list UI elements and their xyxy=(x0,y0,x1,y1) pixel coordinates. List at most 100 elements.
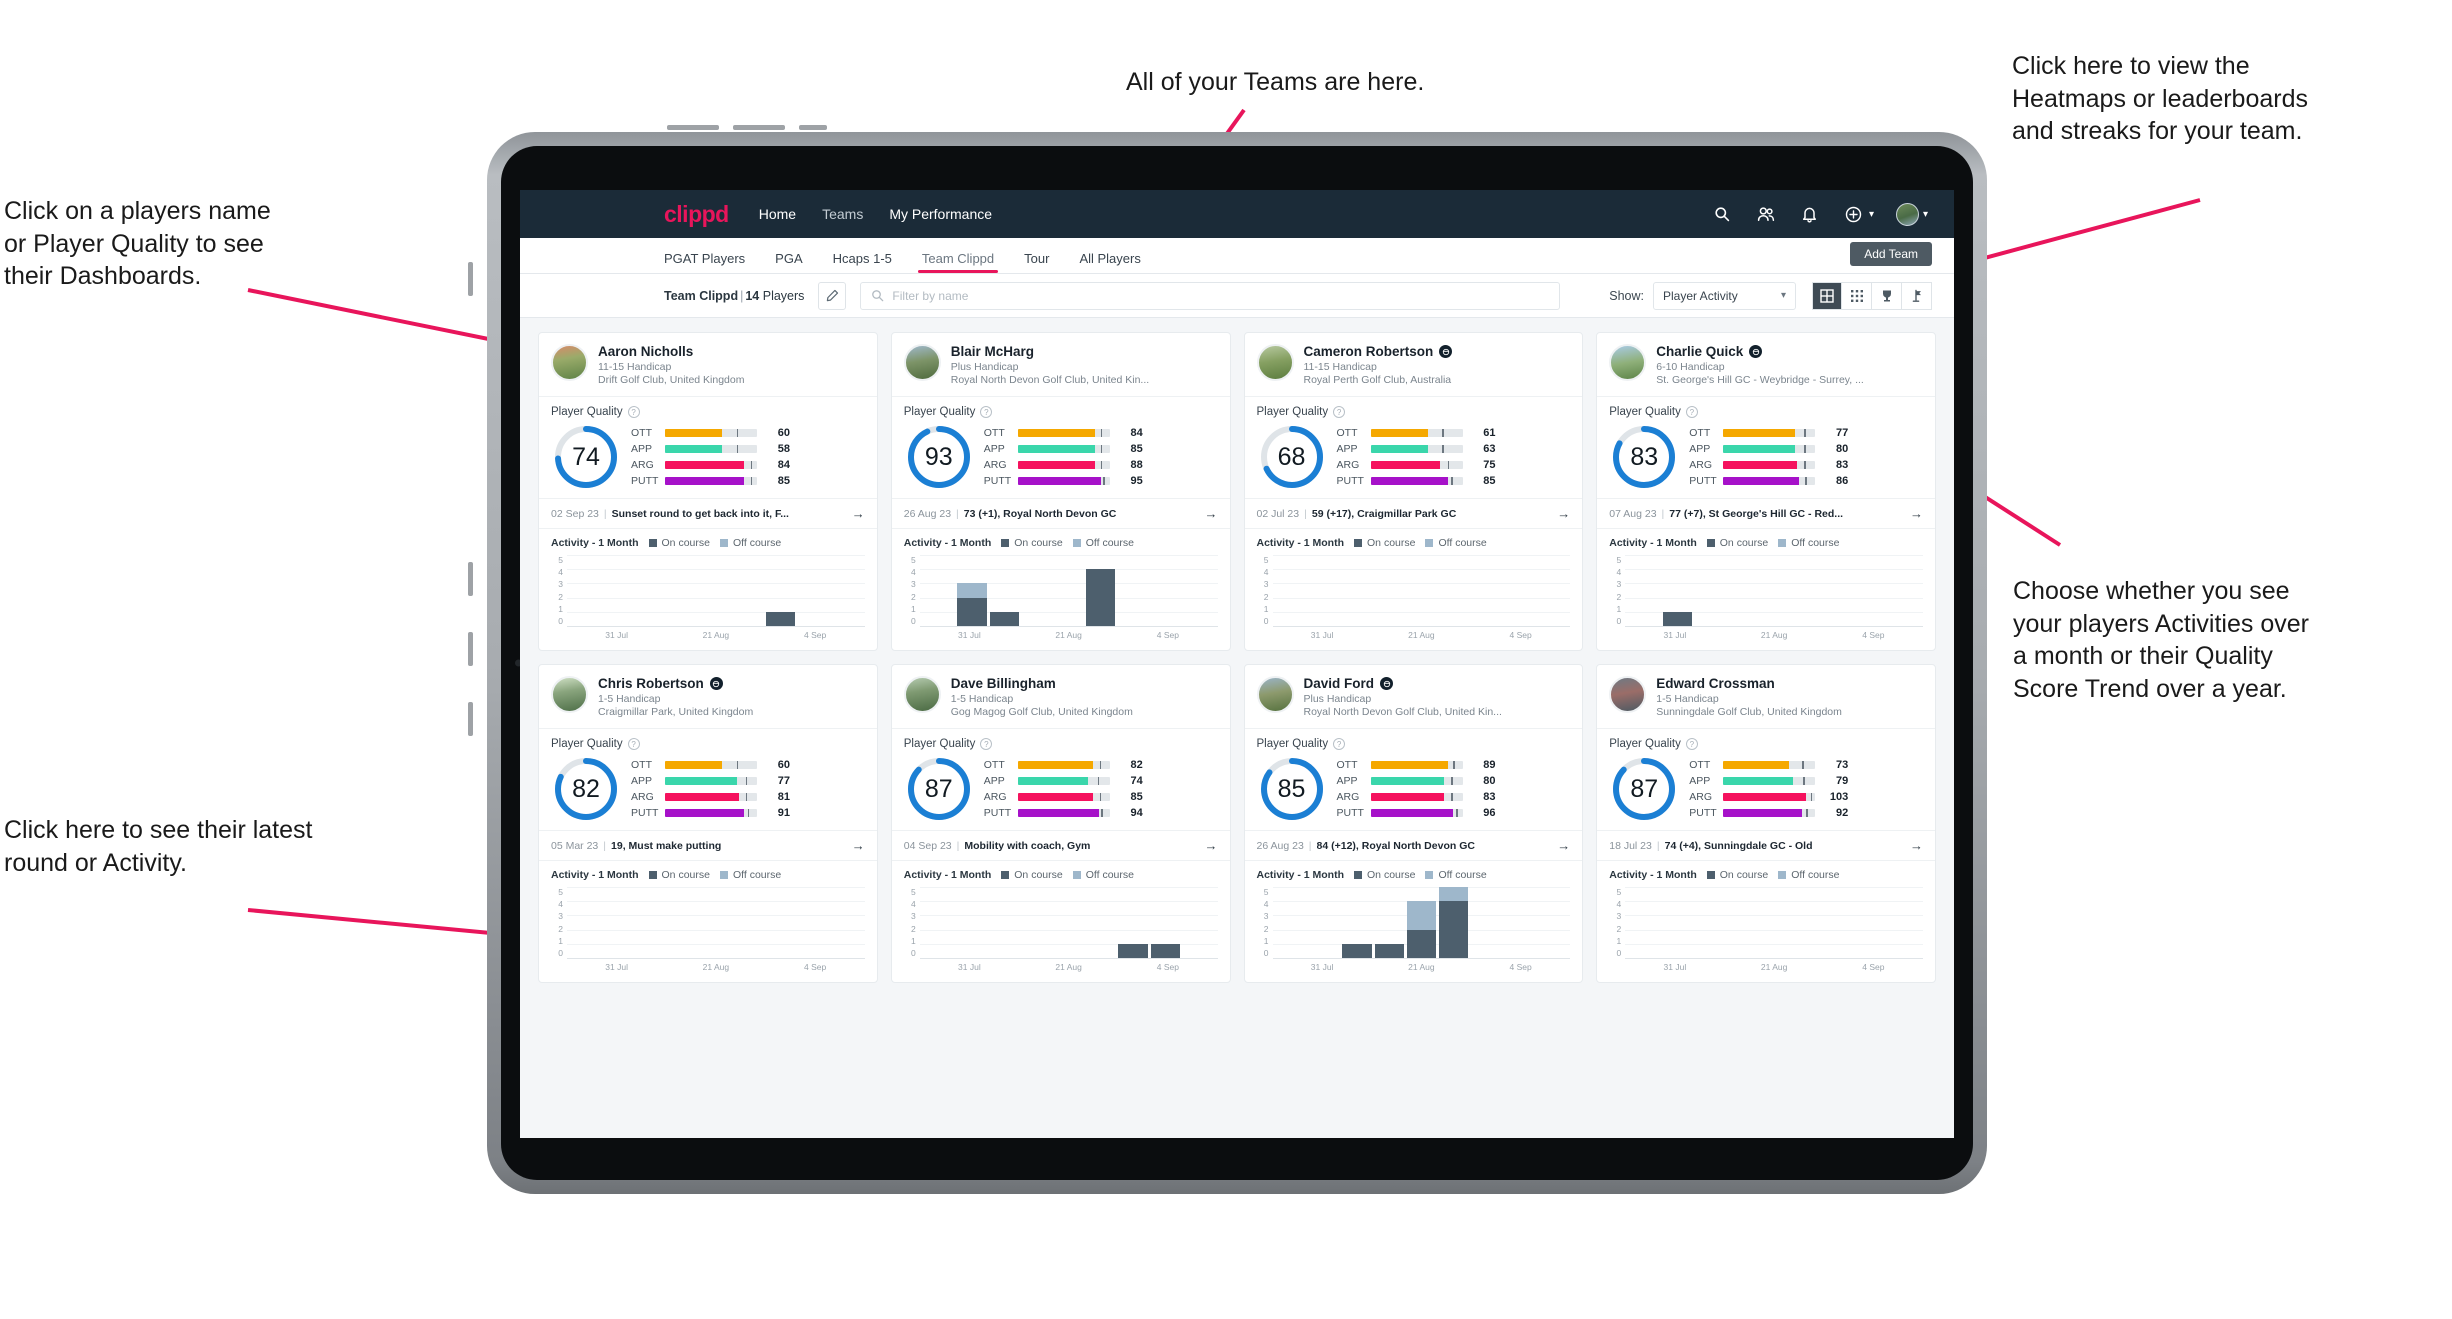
tab-all-players[interactable]: All Players xyxy=(1079,251,1140,273)
tab-team-clippd[interactable]: Team Clippd xyxy=(917,251,999,273)
search-icon[interactable] xyxy=(1711,203,1733,225)
avatar[interactable] xyxy=(1895,202,1919,226)
player-name-row[interactable]: Edward Crossman xyxy=(1656,676,1842,691)
question-mark-icon[interactable]: ? xyxy=(1685,738,1698,750)
question-mark-icon[interactable]: ? xyxy=(980,406,993,418)
tab-pgat-players[interactable]: PGAT Players xyxy=(664,251,745,273)
avatar[interactable] xyxy=(1256,344,1294,381)
grid-view-icon[interactable] xyxy=(1812,281,1842,310)
player-name[interactable]: Aaron Nicholls xyxy=(598,344,693,359)
player-quality-section[interactable]: Player Quality? 87 OTT 73 APP 79 ARG 103 PUTT 92 xyxy=(1597,728,1935,830)
player-name-row[interactable]: Cameron Robertson xyxy=(1304,344,1453,359)
bell-icon[interactable] xyxy=(1799,203,1821,225)
player-name[interactable]: Chris Robertson xyxy=(598,676,704,691)
avatar[interactable] xyxy=(1609,344,1647,381)
latest-activity-row[interactable]: 02 Jul 23 | 59 (+17), Craigmillar Park GC → xyxy=(1244,498,1583,528)
player-card-header[interactable]: David Ford Plus Handicap Royal North Devon… xyxy=(1245,665,1583,728)
nav-link-home[interactable]: Home xyxy=(759,206,796,222)
arrow-right-icon[interactable]: → xyxy=(852,838,865,853)
player-name-row[interactable]: Dave Billingham xyxy=(951,676,1133,691)
nav-link-my-performance[interactable]: My Performance xyxy=(889,206,992,222)
player-card[interactable]: Blair McHarg Plus Handicap Royal North Dev… xyxy=(890,332,1231,651)
player-card-header[interactable]: Cameron Robertson 11-15 Handicap Royal Per… xyxy=(1245,333,1583,396)
arrow-right-icon[interactable]: → xyxy=(1910,506,1923,521)
clippd-logo[interactable]: clippd xyxy=(664,201,729,228)
question-mark-icon[interactable]: ? xyxy=(627,738,640,750)
player-card[interactable]: Dave Billingham 1-5 Handicap Gog Magog Gol… xyxy=(890,664,1231,983)
latest-activity-row[interactable]: 07 Aug 23 | 77 (+7), St George's Hill GC -… xyxy=(1597,498,1935,528)
player-card-header[interactable]: Blair McHarg Plus Handicap Royal North Dev… xyxy=(892,333,1230,396)
tab-tour[interactable]: Tour xyxy=(1024,251,1049,273)
player-quality-section[interactable]: Player Quality? 83 OTT 77 APP 80 ARG 83 PUTT 86 xyxy=(1597,396,1935,498)
question-mark-icon[interactable]: ? xyxy=(1685,406,1698,418)
arrow-right-icon[interactable]: → xyxy=(852,506,865,521)
player-name[interactable]: Blair McHarg xyxy=(951,344,1034,359)
nav-link-teams[interactable]: Teams xyxy=(822,206,863,222)
latest-activity-row[interactable]: 05 Mar 23 | 19, Must make putting → xyxy=(539,830,877,860)
player-name[interactable]: Charlie Quick xyxy=(1656,344,1743,359)
player-quality-section[interactable]: Player Quality? 87 OTT 82 APP 74 ARG 85 PUTT 94 xyxy=(891,728,1230,830)
player-card-header[interactable]: Aaron Nicholls 11-15 Handicap Drift Golf C… xyxy=(539,333,877,396)
player-card[interactable]: Chris Robertson 1-5 Handicap Craigmillar P… xyxy=(538,664,878,983)
player-quality-section[interactable]: Player Quality? 82 OTT 60 APP 77 ARG 81 PUTT 91 xyxy=(539,728,877,830)
avatar[interactable] xyxy=(1256,676,1294,713)
search-input[interactable] xyxy=(892,288,1550,303)
search-input-wrapper[interactable] xyxy=(860,281,1561,310)
player-card-header[interactable]: Chris Robertson 1-5 Handicap Craigmillar P… xyxy=(539,665,877,728)
tab-pga[interactable]: PGA xyxy=(775,251,802,273)
show-select[interactable]: Player Activity ▾ xyxy=(1653,281,1796,310)
latest-activity-row[interactable]: 26 Aug 23 | 73 (+1), Royal North Devon GC → xyxy=(891,498,1230,528)
player-name-row[interactable]: Charlie Quick xyxy=(1656,344,1864,359)
plus-chevron-down-icon[interactable]: ▾ xyxy=(1869,209,1874,220)
arrow-right-icon[interactable]: → xyxy=(1205,506,1218,521)
pencil-icon[interactable] xyxy=(818,281,847,310)
player-name[interactable]: David Ford xyxy=(1304,676,1375,691)
avatar[interactable] xyxy=(1609,676,1647,713)
question-mark-icon[interactable]: ? xyxy=(1333,406,1346,418)
latest-activity-row[interactable]: 04 Sep 23 | Mobility with coach, Gym → xyxy=(891,830,1230,860)
player-card[interactable]: David Ford Plus Handicap Royal North Devon… xyxy=(1243,664,1584,983)
avatar[interactable] xyxy=(903,676,941,713)
player-card[interactable]: Cameron Robertson 11-15 Handicap Royal Per… xyxy=(1243,332,1584,651)
arrow-right-icon[interactable]: → xyxy=(1557,506,1570,521)
trophy-icon[interactable] xyxy=(1872,281,1902,310)
player-name-row[interactable]: Aaron Nicholls xyxy=(598,344,744,359)
player-name-row[interactable]: David Ford xyxy=(1304,676,1502,691)
arrow-right-icon[interactable]: → xyxy=(1910,838,1923,853)
player-card[interactable]: Aaron Nicholls 11-15 Handicap Drift Golf C… xyxy=(538,332,878,651)
player-name[interactable]: Cameron Robertson xyxy=(1304,344,1434,359)
avatar[interactable] xyxy=(903,344,941,381)
player-name[interactable]: Dave Billingham xyxy=(951,676,1056,691)
player-name[interactable]: Edward Crossman xyxy=(1656,676,1775,691)
question-mark-icon[interactable]: ? xyxy=(627,406,640,418)
add-team-button[interactable]: Add Team xyxy=(1850,242,1932,266)
player-name-row[interactable]: Blair McHarg xyxy=(951,344,1149,359)
bar-segment-off-course xyxy=(1438,887,1469,902)
flag-icon[interactable] xyxy=(1902,281,1932,310)
player-card[interactable]: Charlie Quick 6-10 Handicap St. George's H… xyxy=(1596,332,1936,651)
latest-activity-row[interactable]: 18 Jul 23 | 74 (+4), Sunningdale GC - Old → xyxy=(1597,830,1935,860)
avatar[interactable] xyxy=(551,676,588,713)
player-quality-section[interactable]: Player Quality? 93 OTT 84 APP 85 ARG 88 PUTT 95 xyxy=(891,396,1230,498)
avatar[interactable] xyxy=(551,344,588,381)
latest-activity-row[interactable]: 26 Aug 23 | 84 (+12), Royal North Devon GC… xyxy=(1244,830,1583,860)
player-quality-section[interactable]: Player Quality? 68 OTT 61 APP 63 ARG 75 PUTT 85 xyxy=(1244,396,1583,498)
latest-activity-row[interactable]: 02 Sep 23 | Sunset round to get back into … xyxy=(539,498,877,528)
people-icon[interactable] xyxy=(1755,203,1777,225)
player-card-header[interactable]: Dave Billingham 1-5 Handicap Gog Magog Gol… xyxy=(892,665,1230,728)
question-mark-icon[interactable]: ? xyxy=(980,738,993,750)
player-card-header[interactable]: Edward Crossman 1-5 Handicap Sunningdale G… xyxy=(1597,665,1935,728)
player-card[interactable]: Edward Crossman 1-5 Handicap Sunningdale G… xyxy=(1596,664,1936,983)
player-quality-section[interactable]: Player Quality? 74 OTT 60 APP 58 ARG 84 PUTT 85 xyxy=(539,396,877,498)
player-card-header[interactable]: Charlie Quick 6-10 Handicap St. George's H… xyxy=(1597,333,1935,396)
x-axis-tick: 31 Jul xyxy=(605,962,628,972)
plus-circle-icon[interactable] xyxy=(1843,203,1865,225)
tab-hcaps-1-5[interactable]: Hcaps 1-5 xyxy=(833,251,892,273)
avatar-chevron-down-icon[interactable]: ▾ xyxy=(1923,209,1928,220)
arrow-right-icon[interactable]: → xyxy=(1557,838,1570,853)
dense-grid-icon[interactable] xyxy=(1842,281,1872,310)
player-name-row[interactable]: Chris Robertson xyxy=(598,676,753,691)
player-quality-section[interactable]: Player Quality? 85 OTT 89 APP 80 ARG 83 PUTT 96 xyxy=(1244,728,1583,830)
question-mark-icon[interactable]: ? xyxy=(1333,738,1346,750)
arrow-right-icon[interactable]: → xyxy=(1205,838,1218,853)
